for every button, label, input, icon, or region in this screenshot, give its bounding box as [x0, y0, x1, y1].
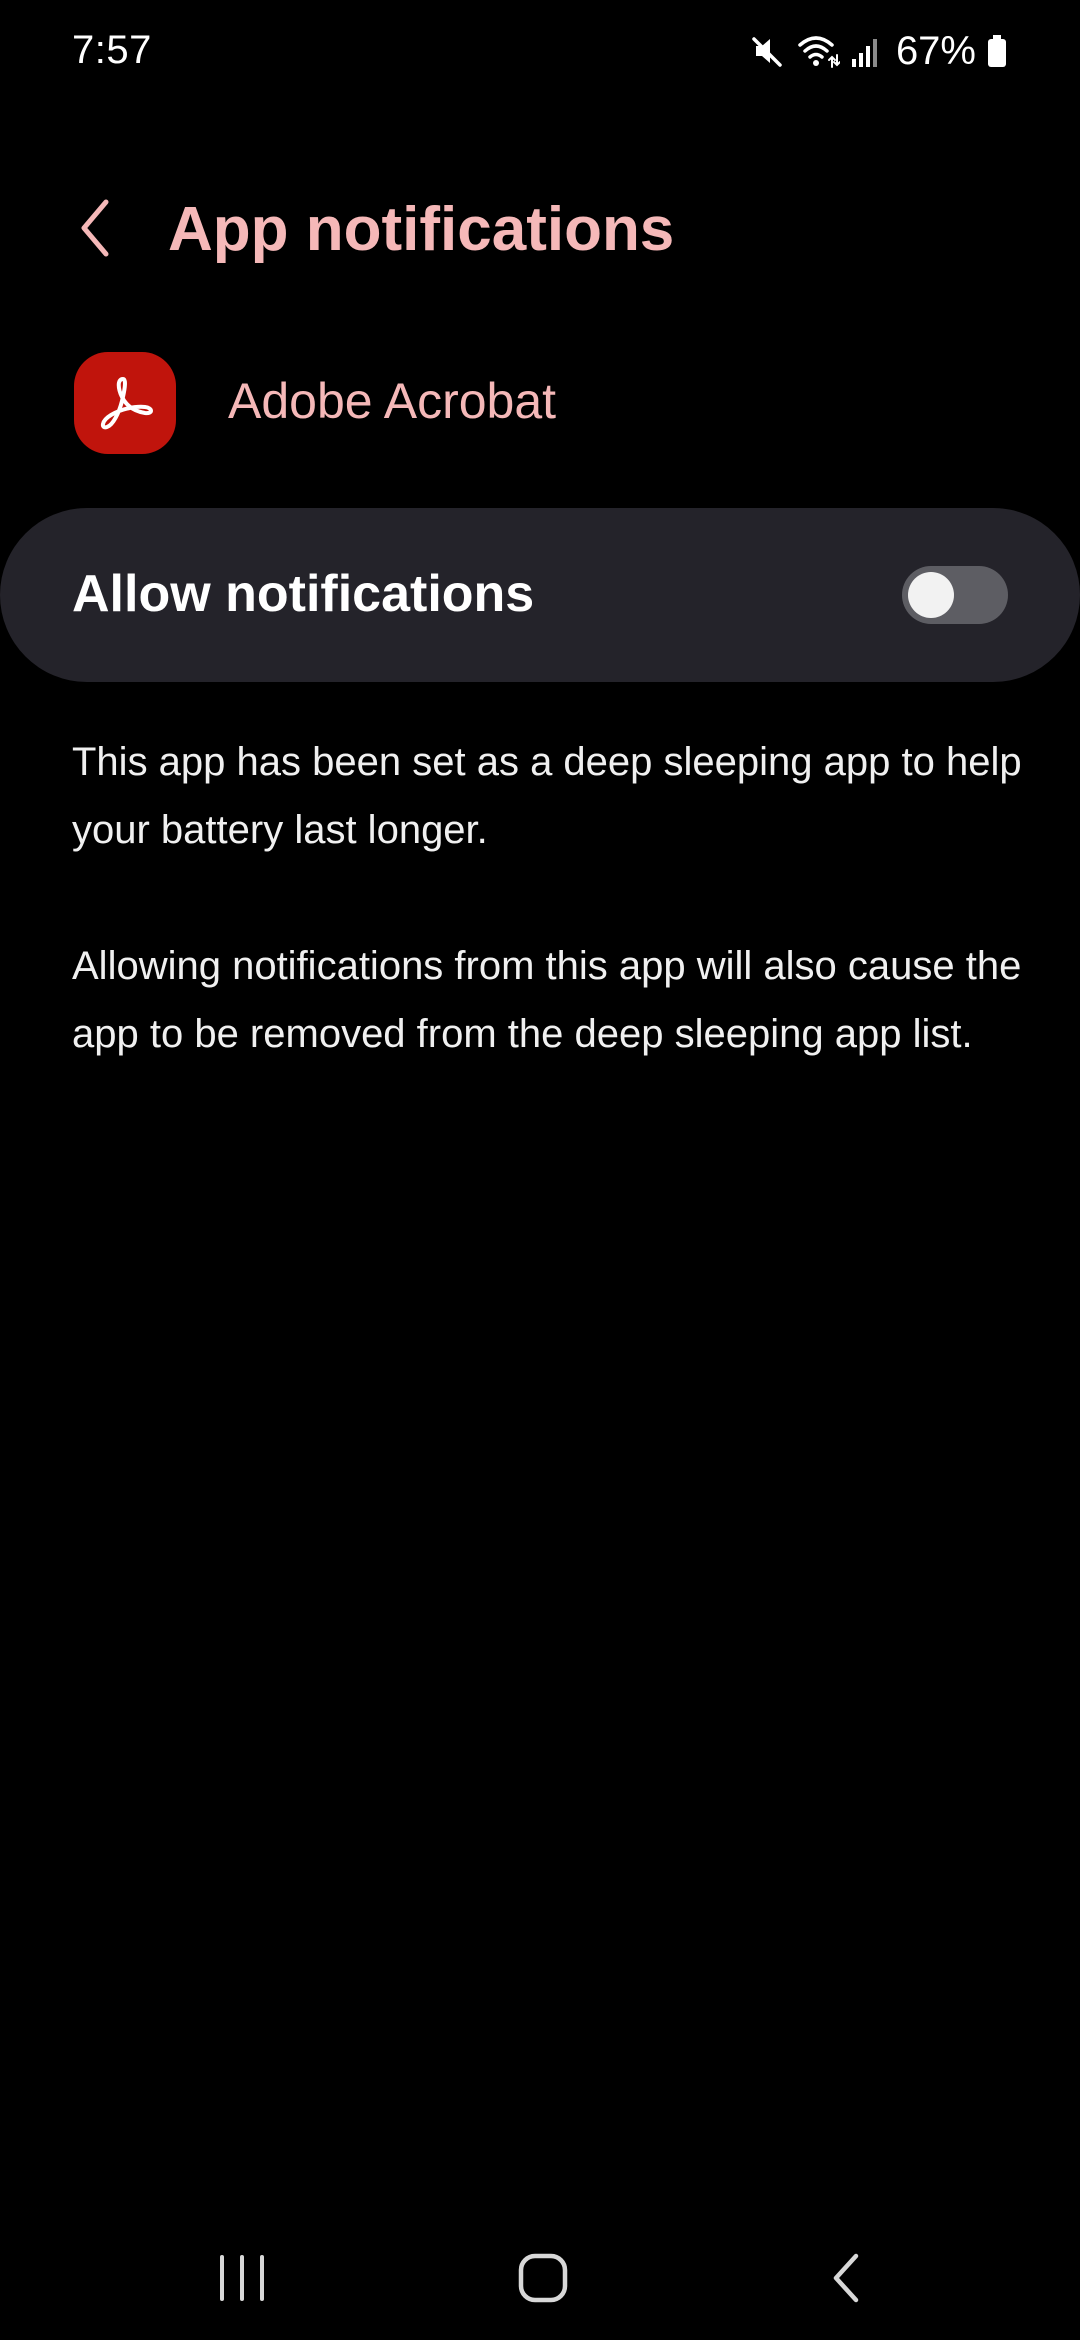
back-icon: [828, 2250, 864, 2311]
allow-notifications-row[interactable]: Allow notifications: [0, 508, 1080, 682]
recents-icon: [216, 2253, 268, 2308]
recents-button[interactable]: [182, 2230, 302, 2330]
nav-back-button[interactable]: [786, 2230, 906, 2330]
status-time: 7:57: [72, 28, 152, 72]
toggle-knob: [908, 572, 954, 618]
mute-icon: [750, 33, 786, 69]
deep-sleep-description: This app has been set as a deep sleeping…: [72, 740, 1022, 852]
chevron-left-icon: [76, 196, 116, 265]
home-icon: [517, 2252, 569, 2309]
app-row: Adobe Acrobat: [0, 350, 1080, 460]
allow-notifications-toggle[interactable]: [902, 566, 1008, 624]
battery-icon: [986, 33, 1008, 69]
home-button[interactable]: [483, 2230, 603, 2330]
deep-sleep-warning: Allowing notifications from this app wil…: [72, 944, 1022, 1056]
adobe-acrobat-icon: [74, 352, 176, 454]
back-button[interactable]: [56, 188, 136, 272]
page-title: App notifications: [168, 195, 675, 264]
wifi-icon: [796, 33, 840, 69]
status-bar: 7:57 67%: [0, 0, 1080, 106]
allow-notifications-label: Allow notifications: [72, 565, 535, 623]
status-icons: 67%: [750, 26, 1008, 76]
signal-icon: [850, 33, 882, 69]
battery-percent: 67%: [895, 28, 976, 73]
app-name: Adobe Acrobat: [228, 373, 557, 429]
header: App notifications: [0, 180, 1080, 280]
navigation-bar: [0, 2220, 1080, 2340]
